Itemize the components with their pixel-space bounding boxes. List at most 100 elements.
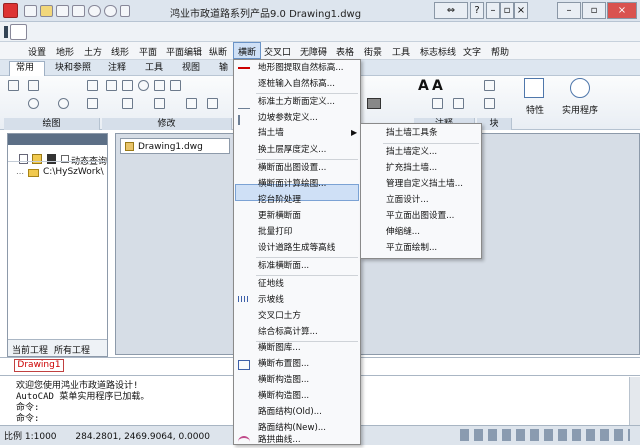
project-tree[interactable]: ⋯ C:\HySzWork\	[8, 161, 107, 337]
menu-item-bench-cut[interactable]: 挖台阶处理	[234, 192, 360, 208]
menu-item-standard-section[interactable]: 标准土方断面定义...	[234, 94, 360, 110]
menu-text[interactable]: 文字	[463, 45, 481, 58]
menu-item-update-section[interactable]: 更新横断面	[234, 208, 360, 224]
menu-item-intersection-earth[interactable]: 交叉口土方	[234, 308, 360, 324]
menu-item-section-structure[interactable]: 横断构造图...	[234, 372, 360, 388]
tab-all-projects[interactable]: 所有工程	[54, 343, 90, 356]
circle-tool-icon[interactable]	[28, 98, 39, 109]
scale-tool-icon[interactable]	[170, 80, 181, 91]
maximize-button[interactable]: ▫	[582, 2, 606, 19]
submenu-item-manage[interactable]: 管理自定义挡土墙...	[361, 176, 481, 192]
trim-tool-icon[interactable]	[154, 98, 165, 109]
save-icon[interactable]	[56, 5, 69, 17]
menu-item-section-structure-2[interactable]: 横断构造图...	[234, 388, 360, 404]
help-search-icon[interactable]: ⇔	[434, 2, 468, 19]
insert-block-icon[interactable]	[484, 80, 495, 91]
line-tool-icon[interactable]	[8, 80, 19, 91]
menu-item-elevation-calc[interactable]: 综合标高计算...	[234, 324, 360, 340]
help-icon[interactable]: ?	[470, 2, 484, 19]
menu-item-plot-settings[interactable]: 横断面出图设置...	[234, 160, 360, 176]
tab-current-project[interactable]: 当前工程	[12, 343, 48, 356]
create-block-icon[interactable]	[484, 98, 495, 109]
tab-home[interactable]: 常用	[16, 62, 34, 76]
properties-icon[interactable]	[524, 78, 544, 98]
doc-minimize-button[interactable]: –	[486, 2, 500, 19]
menu-item-soil-layer[interactable]: 换土层厚度定义...	[234, 142, 360, 158]
submenu-item-toolbar[interactable]: 挡土墙工具条	[361, 125, 481, 141]
menu-item-batch-print[interactable]: 批量打印	[234, 224, 360, 240]
tree-expand-icon[interactable]: ⋯	[16, 169, 24, 178]
menu-item-pavement-old[interactable]: 路面结构(Old)...	[234, 404, 360, 420]
submenu-item-draw-elevation[interactable]: 平立面绘制...	[361, 240, 481, 256]
coords-readout: 比例 1:1000 284.2801, 2469.9064, 0.0000	[4, 429, 210, 442]
command-input[interactable]: 命令:	[16, 411, 39, 424]
submenu-item-plot-settings[interactable]: 平立面出图设置...	[361, 208, 481, 224]
minimize-button[interactable]: –	[557, 2, 581, 19]
app-menu-icon[interactable]	[10, 24, 27, 40]
dimension-tool-icon[interactable]: A	[432, 78, 443, 94]
fillet-tool-icon[interactable]	[186, 98, 197, 109]
redo-icon[interactable]	[104, 5, 117, 17]
undo-icon[interactable]	[88, 5, 101, 17]
menu-cross-section[interactable]: 横断	[238, 45, 256, 58]
open-file-icon[interactable]	[40, 5, 53, 17]
menu-item-input-elevation[interactable]: 逐桩输入自然标高...	[234, 76, 360, 92]
document-tab[interactable]: Drawing1.dwg	[120, 138, 230, 154]
copy-tool-icon[interactable]	[122, 80, 133, 91]
menu-tables[interactable]: 表格	[336, 45, 354, 58]
rotate-tool-icon[interactable]	[138, 80, 149, 91]
command-scrollbar[interactable]	[629, 377, 640, 425]
status-icons[interactable]	[460, 429, 630, 441]
mirror-tool-icon[interactable]	[154, 80, 165, 91]
tab-view[interactable]: 视图	[182, 62, 200, 76]
pointer-icon[interactable]	[4, 26, 8, 38]
menu-item-section-library[interactable]: 横断图库...	[234, 340, 360, 356]
tab-output[interactable]: 输	[219, 62, 228, 76]
utilities-icon[interactable]	[570, 78, 590, 98]
print-icon[interactable]	[72, 5, 85, 17]
color-swatch[interactable]	[367, 98, 381, 109]
menu-item-slope-params[interactable]: 边坡参数定义...	[234, 110, 360, 126]
panel-title-modify: 修改	[102, 118, 232, 130]
tab-tools[interactable]: 工具	[145, 62, 163, 76]
submenu-item-extend[interactable]: 扩充挡土墙...	[361, 160, 481, 176]
menu-streetscape[interactable]: 街景	[364, 45, 382, 58]
submenu-item-elevation-design[interactable]: 立面设计...	[361, 192, 481, 208]
tree-root-label[interactable]: C:\HySzWork\	[43, 167, 104, 177]
scale-label[interactable]: 比例 1:1000	[4, 432, 57, 442]
new-file-icon[interactable]	[24, 5, 37, 17]
menu-item-contours[interactable]: 设计道路生成等高线	[234, 240, 360, 256]
menu-item-retaining-wall[interactable]: 挡土墙	[234, 125, 360, 141]
menu-item-crown-curve[interactable]: 路拱曲线...	[234, 432, 360, 448]
layout-tab-drawing1[interactable]: Drawing1	[14, 359, 64, 372]
text-tool-icon[interactable]: A	[418, 78, 429, 94]
menu-accessibility[interactable]: 无障碍	[300, 45, 327, 58]
arc-tool-icon[interactable]	[58, 98, 69, 109]
tab-annotate[interactable]: 注释	[108, 62, 126, 76]
hatch-tool-icon[interactable]	[87, 98, 98, 109]
menu-intersection[interactable]: 交叉口	[264, 45, 291, 58]
menu-item-calc-draw[interactable]: 横断面计算绘图...	[234, 176, 360, 192]
submenu-item-define[interactable]: 挡土墙定义...	[361, 144, 481, 160]
doc-restore-button[interactable]: ▫	[500, 2, 514, 19]
submenu-item-expansion-joint[interactable]: 伸缩缝...	[361, 224, 481, 240]
menu-markings[interactable]: 标志标线	[420, 45, 456, 58]
polyline-tool-icon[interactable]	[28, 80, 39, 91]
doc-close-button[interactable]: ×	[514, 2, 528, 19]
menu-item-land-line[interactable]: 征地线	[234, 276, 360, 292]
leader-tool-icon[interactable]	[453, 98, 464, 109]
close-button[interactable]: ×	[607, 2, 637, 19]
quick-access-dropdown-icon[interactable]	[120, 5, 130, 17]
menu-item-standard-cross[interactable]: 标准横断面...	[234, 258, 360, 274]
menu-tools[interactable]: 工具	[392, 45, 410, 58]
menu-item-section-layout[interactable]: 横断布置图...	[234, 356, 360, 372]
tab-blocks[interactable]: 块和参照	[55, 62, 91, 76]
table-tool-icon[interactable]	[432, 98, 443, 109]
explode-tool-icon[interactable]	[207, 98, 218, 109]
move-tool-icon[interactable]	[106, 80, 117, 91]
stretch-tool-icon[interactable]	[122, 98, 133, 109]
menu-item-extract-elevation[interactable]: 地形图提取自然标高...	[234, 60, 360, 76]
menu-help[interactable]: 帮助	[491, 45, 509, 58]
menu-item-slope-line[interactable]: 示坡线	[234, 292, 360, 308]
rectangle-tool-icon[interactable]	[87, 80, 98, 91]
